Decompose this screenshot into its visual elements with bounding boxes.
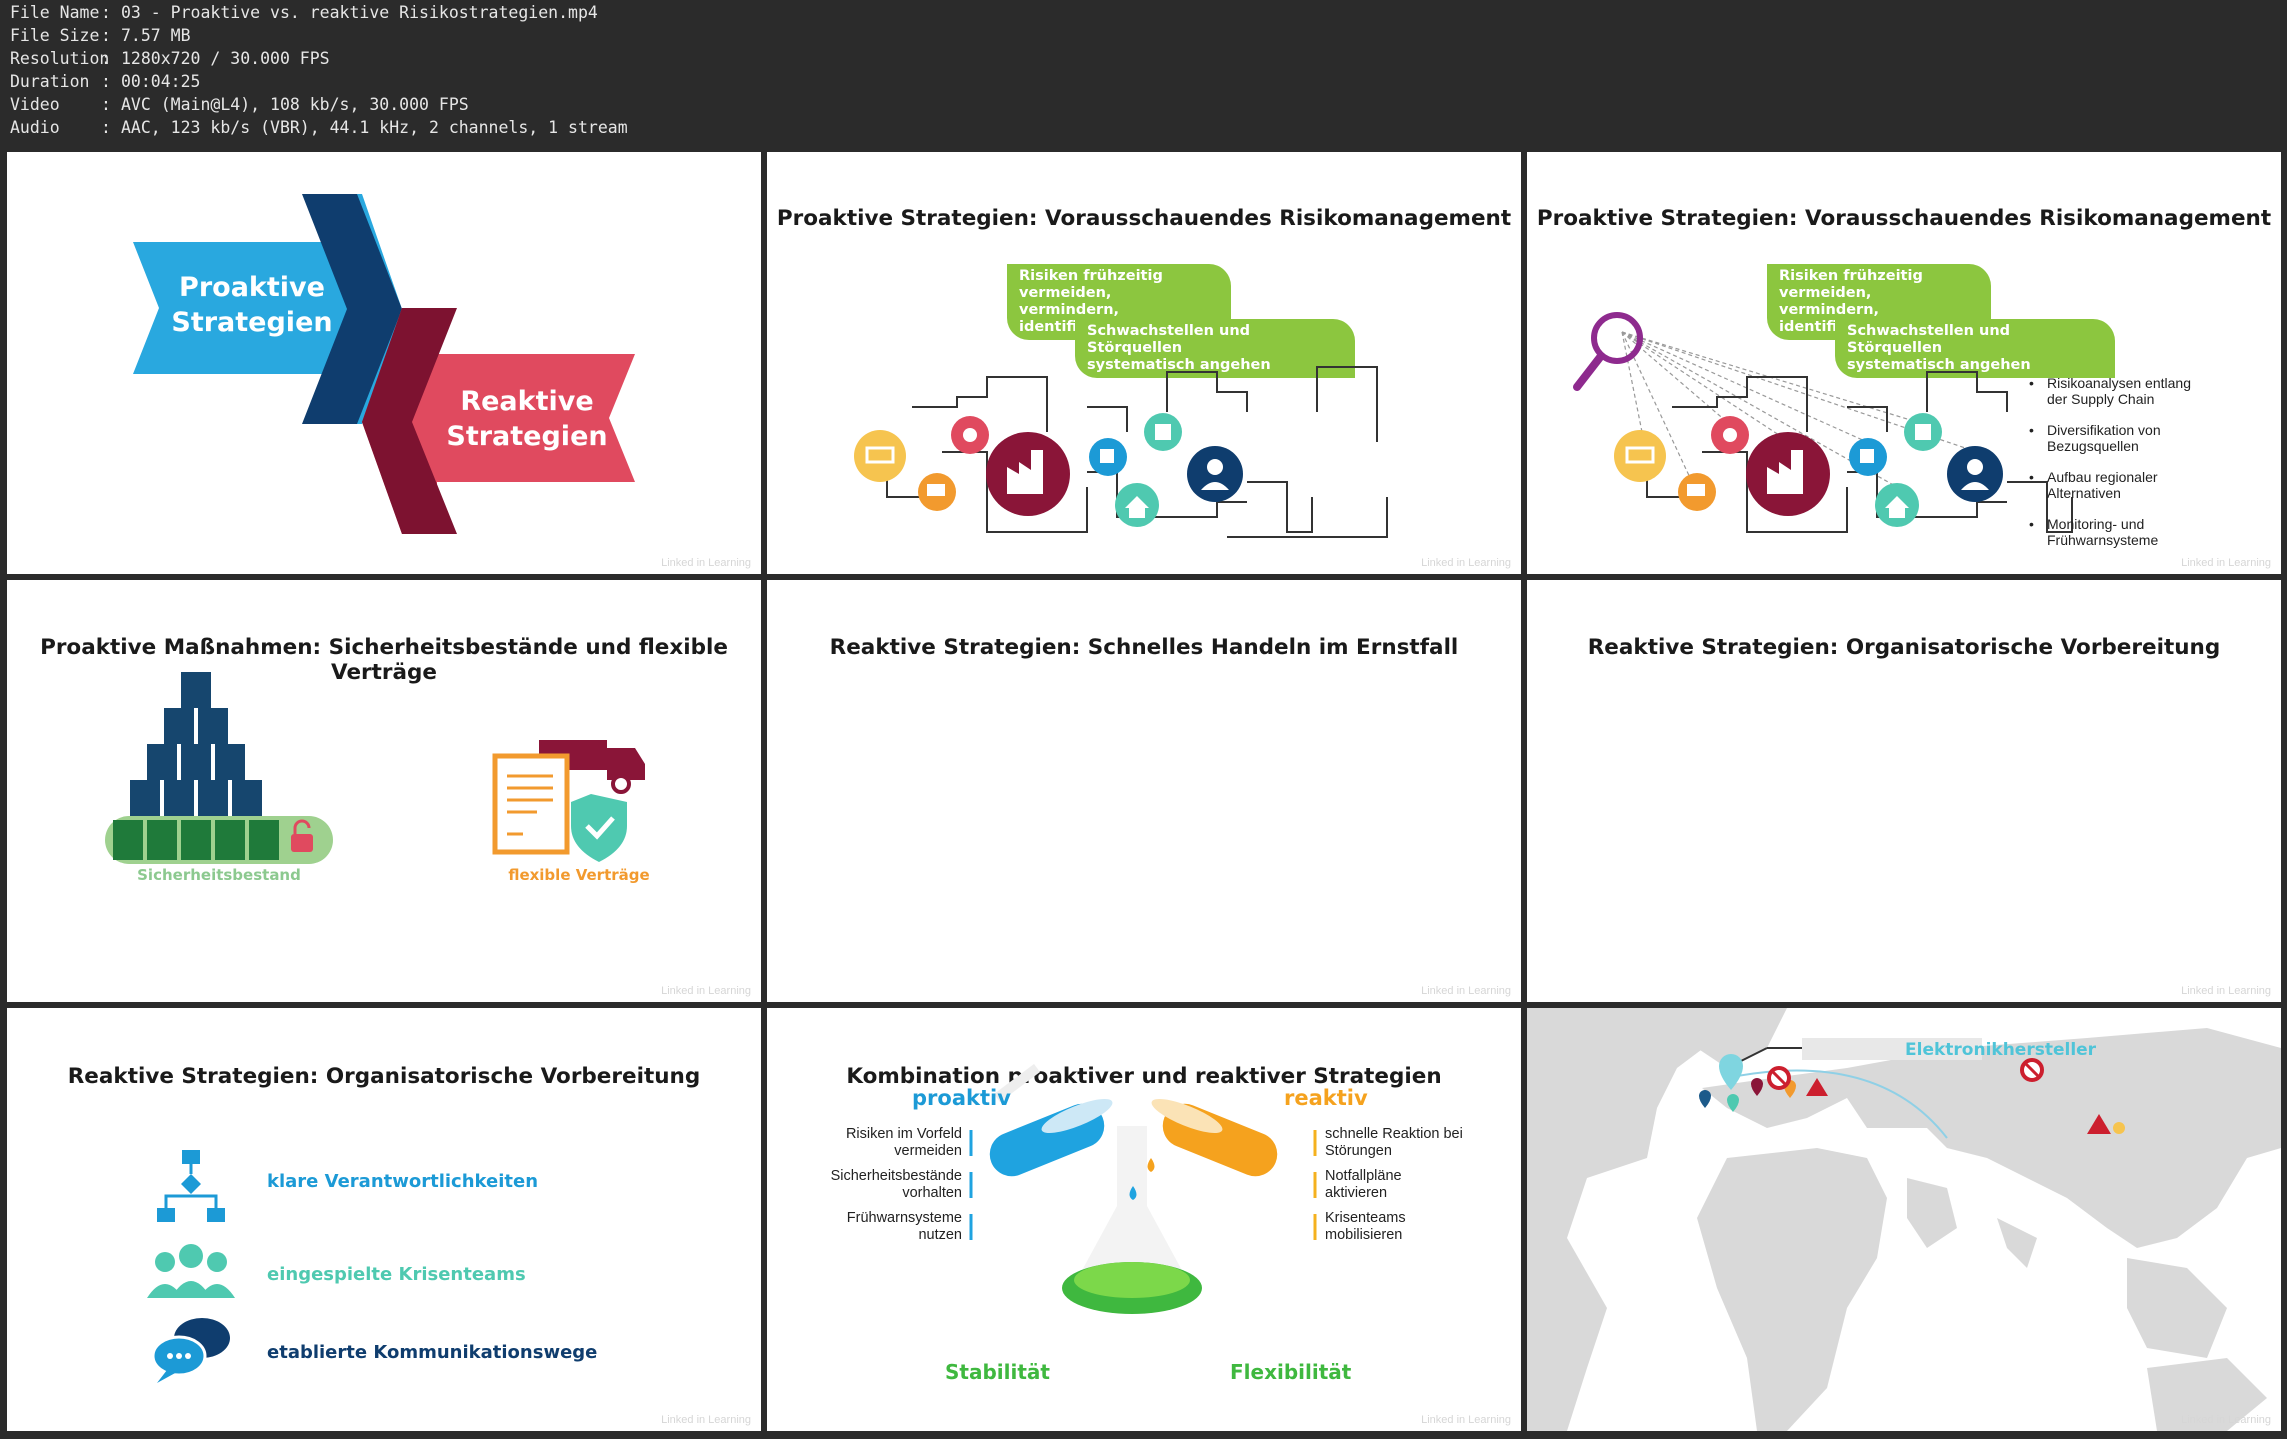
cart-icon <box>854 430 906 482</box>
right-item: schnelle Reaktion bei Störungen <box>1325 1126 1463 1159</box>
slide-title: Reaktive Strategien: Schnelles Handeln i… <box>829 635 1459 660</box>
bullet-item: Risikoanalysen entlangder Supply Chain <box>2029 375 2191 407</box>
thumbnail-3[interactable]: Proaktive Strategien: Vorausschauendes R… <box>1527 152 2281 574</box>
safety-stock-label: Sicherheitsbestand <box>137 866 301 884</box>
cart-icon <box>1614 430 1666 482</box>
watermark: Linked in Learning <box>661 985 751 997</box>
left-item: Frühwarnsysteme nutzen <box>846 1210 962 1243</box>
thumbnail-7[interactable]: Reaktive Strategien: Organisatorische Vo… <box>7 1008 761 1431</box>
thumbnail-8[interactable]: Kombination proaktiver und reaktiver Str… <box>767 1008 1521 1431</box>
item-responsibilities: klare Verantwortlichkeiten <box>267 1171 539 1192</box>
organization-icons <box>147 1150 235 1383</box>
pin-icon <box>1699 1090 1711 1108</box>
chevron-graphic <box>133 194 635 534</box>
item-crisis-teams: eingespielte Krisenteams <box>267 1264 526 1285</box>
callout-label: Elektronikhersteller <box>1905 1040 2097 1060</box>
org-chart-icon <box>157 1150 225 1222</box>
left-item: Risiken im Vorfeld vermeiden <box>845 1126 962 1159</box>
file-info-panel: File Name:03 - Proaktive vs. reaktive Ri… <box>0 0 2287 150</box>
thumbnail-1[interactable]: Proaktive Strategien Reaktive Strategien L… <box>7 152 761 574</box>
thumbnail-2[interactable]: Proaktive Strategien: Vorausschauendes R… <box>767 152 1521 574</box>
right-item: Notfallpläne aktivieren <box>1325 1168 1402 1201</box>
stock-and-contract-graphic <box>105 672 645 864</box>
proaktiv-label: Proaktive Strategien <box>171 272 333 338</box>
lock-icon <box>291 834 313 852</box>
world-map <box>1527 1008 2281 1431</box>
right-item: Krisenteams mobilisieren <box>1325 1210 1406 1243</box>
watermark: Linked in Learning <box>2181 1414 2271 1426</box>
watermark: Linked in Learning <box>661 557 751 569</box>
bullet-item: Aufbau regionalerAlternativen <box>2029 469 2157 501</box>
flexibility-label: Flexibilität <box>1230 1360 1352 1384</box>
contract-icon <box>492 753 570 855</box>
watermark: Linked in Learning <box>1421 985 1511 997</box>
shield-icon <box>571 794 627 862</box>
bullet-item: Diversifikation vonBezugsquellen <box>2029 422 2161 454</box>
watermark: Linked in Learning <box>2181 557 2271 569</box>
watermark: Linked in Learning <box>2181 985 2271 997</box>
thumbnail-9[interactable]: Elektronikhersteller Linked in Learning <box>1527 1008 2281 1431</box>
chat-icon <box>151 1318 230 1383</box>
supply-chain-graphic <box>854 366 1388 538</box>
thumbnail-5[interactable]: Reaktive Strategien: Schnelles Handeln i… <box>767 580 1521 1002</box>
flexible-contracts-label: flexible Verträge <box>508 866 650 884</box>
bullet-item: Monitoring- undFrühwarnsysteme <box>2029 516 2158 548</box>
team-icon <box>147 1244 235 1298</box>
supply-chain-graphic <box>1573 312 2073 533</box>
item-communication: etablierte Kommunikationswege <box>267 1342 598 1363</box>
thumbnail-6[interactable]: Reaktive Strategien: Organisatorische Vo… <box>1527 580 2281 1002</box>
left-item: Sicherheitsbestände vorhalten <box>830 1168 962 1201</box>
watermark: Linked in Learning <box>1421 1414 1511 1426</box>
reaktiv-label: Reaktive Strategien <box>446 386 608 452</box>
watermark: Linked in Learning <box>661 1414 751 1426</box>
stability-label: Stabilität <box>945 1360 1050 1384</box>
slide-title: Reaktive Strategien: Organisatorische Vo… <box>1587 635 2221 660</box>
thumbnail-4[interactable]: Proaktive Maßnahmen: Sicherheitsbestände… <box>7 580 761 1002</box>
reaktiv-heading: reaktiv <box>1284 1086 1368 1110</box>
proaktiv-heading: proaktiv <box>912 1086 1011 1110</box>
watermark: Linked in Learning <box>1421 557 1511 569</box>
